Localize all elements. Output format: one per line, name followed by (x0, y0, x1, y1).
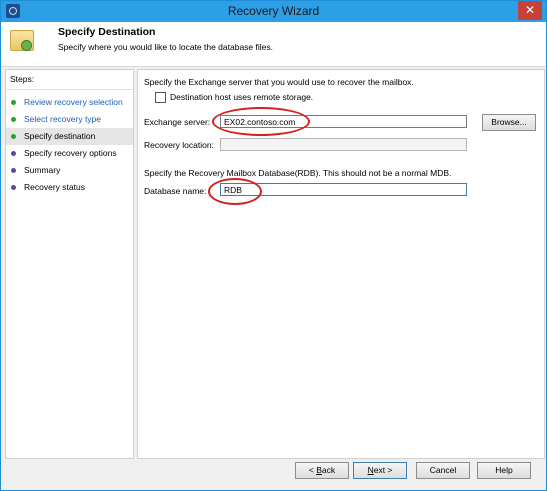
page-subtitle: Specify where you would like to locate t… (58, 42, 273, 52)
status-dot-icon (11, 185, 16, 190)
back-label: ack (321, 465, 336, 475)
recovery-location-label: Recovery location: (144, 140, 214, 150)
step-review-recovery-selection[interactable]: Review recovery selection (6, 94, 133, 111)
step-label: Summary (24, 165, 61, 175)
step-label: Recovery status (24, 182, 85, 192)
status-dot-icon (11, 117, 16, 122)
close-button[interactable]: ✕ (518, 1, 542, 20)
recovery-location-field[interactable] (220, 138, 467, 151)
step-specify-recovery-options: Specify recovery options (6, 145, 133, 162)
steps-heading: Steps: (6, 70, 133, 90)
server-intro-text: Specify the Exchange server that you wou… (144, 77, 414, 87)
database-name-label: Database name: (144, 186, 207, 196)
remote-storage-checkbox[interactable] (155, 92, 166, 103)
status-dot-icon (11, 134, 16, 139)
next-label: ext > (373, 465, 393, 475)
wizard-window: Recovery Wizard ✕ Specify Destination Sp… (0, 0, 547, 491)
step-label: Select recovery type (24, 114, 102, 124)
status-dot-icon (11, 151, 16, 156)
back-button[interactable]: < Back (295, 462, 349, 479)
database-name-field[interactable]: RDB (220, 183, 467, 196)
step-label: Specify recovery options (24, 148, 117, 158)
folder-database-icon (10, 30, 34, 51)
status-dot-icon (11, 100, 16, 105)
exchange-server-field[interactable]: EX02.contoso.com (220, 115, 467, 128)
status-dot-icon (11, 168, 16, 173)
step-summary: Summary (6, 162, 133, 179)
wizard-footer: < Back Next > Cancel Help (1, 457, 546, 490)
browse-button[interactable]: Browse... (482, 114, 536, 131)
step-label: Review recovery selection (24, 97, 123, 107)
next-button[interactable]: Next > (353, 462, 407, 479)
title-bar[interactable]: Recovery Wizard ✕ (1, 1, 546, 22)
remote-storage-label: Destination host uses remote storage. (170, 92, 314, 102)
step-recovery-status: Recovery status (6, 179, 133, 196)
cancel-button[interactable]: Cancel (416, 462, 470, 479)
window-title: Recovery Wizard (227, 4, 320, 18)
step-select-recovery-type[interactable]: Select recovery type (6, 111, 133, 128)
steps-panel: Steps: Review recovery selection Select … (5, 69, 134, 459)
help-button[interactable]: Help (477, 462, 531, 479)
wizard-header: Specify Destination Specify where you wo… (1, 22, 546, 67)
exchange-server-label: Exchange server: (144, 117, 211, 127)
rdb-intro-text: Specify the Recovery Mailbox Database(RD… (144, 168, 452, 178)
page-title: Specify Destination (58, 26, 156, 38)
step-specify-destination: Specify destination (6, 128, 133, 145)
content-panel: Specify the Exchange server that you wou… (137, 69, 545, 459)
step-label: Specify destination (24, 131, 96, 141)
